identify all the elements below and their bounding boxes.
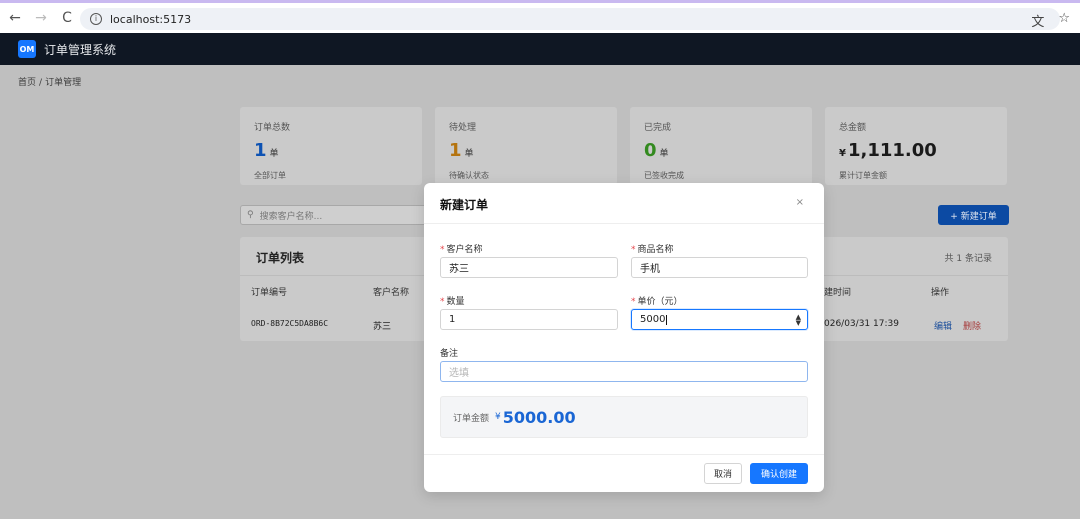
bookmark-star-icon[interactable]: ☆ — [1058, 11, 1070, 30]
back-icon[interactable]: ← — [4, 7, 26, 29]
stat-value: 1单 — [449, 140, 474, 161]
breadcrumb: 首页 / 订单管理 — [18, 75, 81, 88]
address-bar[interactable]: i localhost:5173 — [80, 8, 1060, 30]
stat-label: 总金额 — [839, 123, 867, 133]
breadcrumb-current: 订单管理 — [45, 78, 82, 88]
search-input[interactable]: ⚲ 搜索客户名称... — [240, 205, 430, 225]
browser-actions: 文 ☆ — [1031, 11, 1070, 30]
total-amount: 5000.00 — [502, 407, 576, 427]
text-cursor — [666, 314, 668, 325]
column-header: 订单编号 — [251, 288, 288, 298]
forward-icon[interactable]: → — [30, 7, 52, 29]
product-name-input[interactable]: 手机 — [631, 257, 808, 278]
dialog-divider — [424, 223, 824, 224]
stat-label: 订单总数 — [254, 123, 291, 133]
cancel-button[interactable]: 取消 — [704, 463, 742, 484]
stat-card-pending: 待处理 1单 待确认状态 — [435, 107, 617, 185]
total-currency: ¥ — [495, 412, 501, 422]
stat-sub: 已签收完成 — [644, 171, 684, 180]
total-label: 订单金额 — [453, 413, 490, 424]
column-header: 客户名称 — [373, 288, 410, 298]
stat-card-total-amount: 总金额 ¥1,111.00 累计订单金额 — [825, 107, 1007, 185]
app-title: 订单管理系统 — [44, 42, 117, 57]
stat-sub: 全部订单 — [254, 171, 286, 180]
breadcrumb-separator: / — [39, 78, 43, 88]
table-title: 订单列表 — [256, 251, 305, 265]
unit-price-input[interactable]: 5000 ▲ ▼ — [631, 309, 808, 330]
app-logo: OM — [18, 40, 36, 58]
cell-customer: 苏三 — [373, 322, 392, 332]
search-placeholder: 搜索客户名称... — [259, 211, 323, 222]
stat-card-completed: 已完成 0单 已签收完成 — [630, 107, 812, 185]
price-label: * 单价（元） — [631, 297, 683, 307]
stat-value: 0单 — [644, 140, 669, 161]
search-icon: ⚲ — [247, 210, 254, 220]
stat-card-total-orders: 订单总数 1单 全部订单 — [240, 107, 422, 185]
cell-created: 026/03/31 17:39 — [824, 319, 899, 329]
app-header: OM 订单管理系统 — [0, 33, 1080, 65]
record-count: 共 1 条记录 — [944, 254, 992, 264]
stat-value: ¥1,111.00 — [839, 140, 937, 161]
translate-icon[interactable]: 文 — [1031, 11, 1044, 30]
order-total-panel: 订单金额 ¥ 5000.00 — [440, 396, 808, 438]
stat-label: 已完成 — [644, 123, 672, 133]
stat-label: 待处理 — [449, 123, 477, 133]
confirm-create-button[interactable]: 确认创建 — [750, 463, 808, 484]
close-icon[interactable]: × — [796, 197, 804, 208]
column-header: 建时间 — [824, 288, 852, 298]
stat-sub: 累计订单金额 — [839, 171, 887, 180]
number-stepper-icon[interactable]: ▲ ▼ — [796, 314, 801, 327]
customer-label: * 客户名称 — [440, 245, 483, 255]
remark-input[interactable]: 选填 — [440, 361, 808, 382]
quantity-input[interactable]: 1 — [440, 309, 618, 330]
product-label: * 商品名称 — [631, 245, 674, 255]
url-text: localhost:5173 — [110, 12, 192, 26]
remark-label: 备注 — [440, 349, 459, 359]
dialog-footer-divider — [424, 454, 824, 455]
site-info-icon[interactable]: i — [90, 13, 102, 25]
delete-link[interactable]: 删除 — [963, 319, 981, 332]
stat-value: 1单 — [254, 140, 279, 161]
new-order-dialog: 新建订单 × * 客户名称 苏三 * 商品名称 手机 * 数量 1 * 单价（元） 50… — [424, 183, 824, 492]
new-order-button[interactable]: + 新建订单 — [938, 205, 1009, 225]
cell-order-no: ORD-8B72C5DA8B6C — [251, 319, 329, 328]
column-header: 操作 — [931, 288, 950, 298]
reload-icon[interactable]: C — [56, 7, 78, 29]
edit-link[interactable]: 编辑 — [934, 319, 952, 332]
breadcrumb-home[interactable]: 首页 — [18, 78, 36, 88]
browser-toolbar: ← → C i localhost:5173 文 ☆ — [0, 0, 1080, 33]
stat-sub: 待确认状态 — [449, 171, 489, 180]
quantity-label: * 数量 — [440, 297, 465, 307]
customer-name-input[interactable]: 苏三 — [440, 257, 618, 278]
dialog-title: 新建订单 — [440, 198, 489, 212]
